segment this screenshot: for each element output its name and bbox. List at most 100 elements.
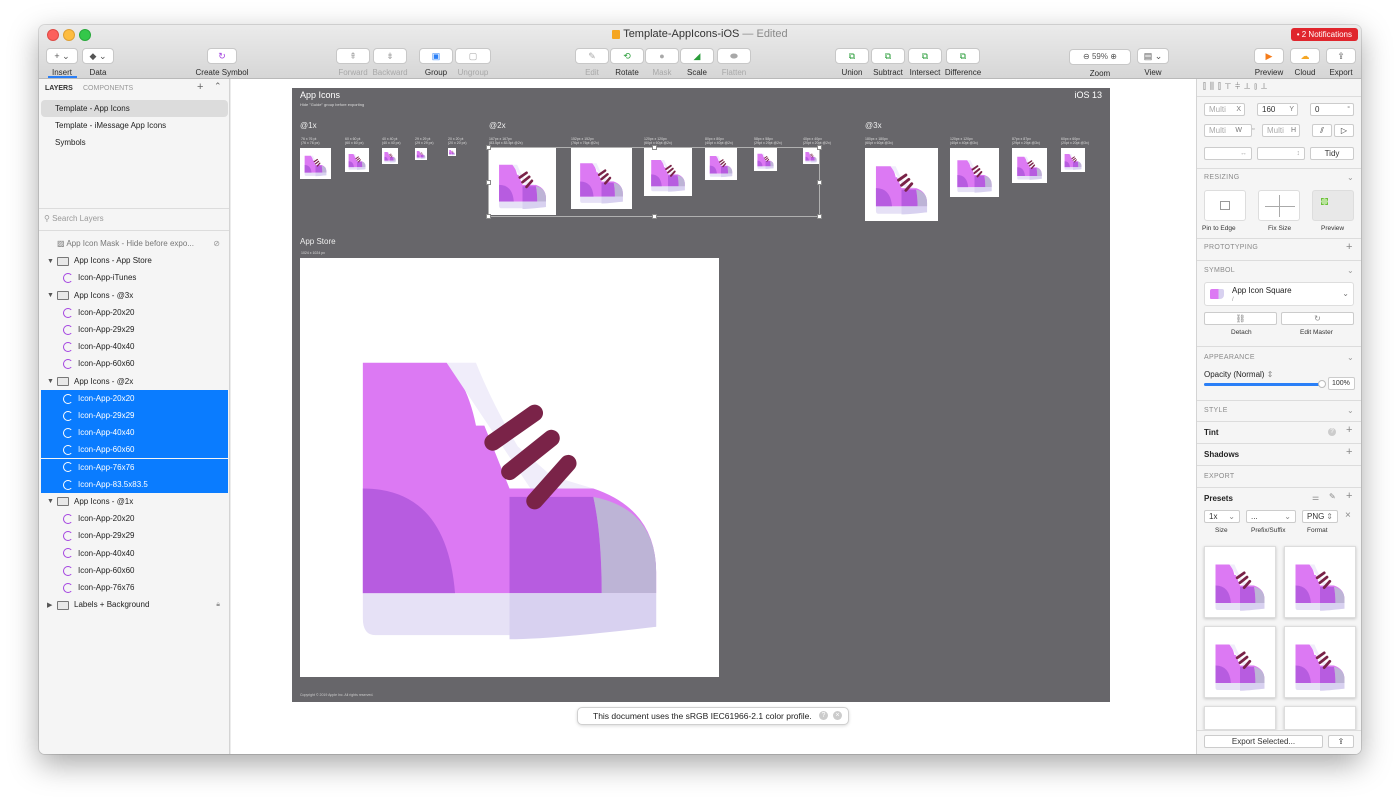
- create-symbol-button[interactable]: ↻ Create Symbol: [191, 46, 253, 77]
- flatten-button[interactable]: ⬬ Flatten: [715, 46, 753, 77]
- hidden-icon[interactable]: ⊘: [213, 235, 220, 252]
- sliders-icon[interactable]: ⚌: [1312, 493, 1319, 502]
- align-left-icon[interactable]: ⫿: [1203, 81, 1210, 91]
- layer-row[interactable]: Icon-App-76x76: [41, 579, 228, 596]
- backward-button[interactable]: ⇟ Backward: [372, 46, 408, 77]
- export-thumbnail[interactable]: [1204, 706, 1276, 730]
- opacity-slider-knob[interactable]: [1318, 380, 1326, 388]
- align-center-icon[interactable]: ⫼: [1210, 81, 1218, 91]
- layer-row[interactable]: Icon-App-29x29: [41, 407, 228, 424]
- artboard-app-icons[interactable]: App Icons Hide "Guide" group before expo…: [292, 88, 1110, 702]
- icon-1x-76[interactable]: [300, 148, 331, 179]
- icon-2x-152[interactable]: [571, 148, 632, 209]
- edit-master-button[interactable]: ↻: [1281, 312, 1354, 325]
- page-item-app-icons[interactable]: Template - App Icons: [41, 100, 228, 117]
- icon-app-store-1024[interactable]: [300, 258, 719, 677]
- preview-button[interactable]: ▶ Preview: [1253, 46, 1285, 77]
- rotate-button[interactable]: ⟲ Rotate: [610, 46, 644, 77]
- search-layers[interactable]: ⚲ Search Layers: [44, 211, 224, 227]
- distribute-icon[interactable]: ⫾: [1254, 81, 1261, 91]
- spacing-horizontal-field[interactable]: ↔: [1204, 147, 1252, 160]
- ungroup-button[interactable]: ▢ Ungroup: [454, 46, 492, 77]
- icon-2x-167[interactable]: [489, 148, 556, 215]
- fix-size-box[interactable]: [1258, 190, 1300, 221]
- tidy-button[interactable]: Tidy: [1310, 147, 1354, 160]
- height-field[interactable]: Multi H: [1262, 124, 1300, 137]
- forward-button[interactable]: ⇞ Forward: [336, 46, 370, 77]
- align-right-icon[interactable]: ⫿: [1218, 81, 1225, 91]
- icon-2x-120[interactable]: [644, 148, 692, 196]
- align-bottom-icon[interactable]: ⊥: [1244, 81, 1254, 91]
- zoom-out-icon[interactable]: ⊖: [1083, 52, 1090, 61]
- layer-row[interactable]: ▶ Labels + Background 🔒︎: [41, 596, 228, 613]
- layer-row[interactable]: Icon-App-60x60: [41, 441, 228, 459]
- layer-row[interactable]: Icon-App-40x40: [41, 338, 228, 355]
- lock-icon[interactable]: ▫: [1252, 126, 1254, 133]
- zoom-in-icon[interactable]: ⊕: [1110, 52, 1117, 61]
- insert-button[interactable]: + ⌄ Insert: [46, 46, 78, 77]
- export-size-select[interactable]: 1x ⌄: [1204, 510, 1240, 523]
- intersect-button[interactable]: ⧉ Intersect: [905, 46, 945, 77]
- icon-1x-20[interactable]: [448, 148, 456, 156]
- difference-button[interactable]: ⧉ Difference: [943, 46, 983, 77]
- icon-1x-60[interactable]: [345, 148, 369, 172]
- help-icon[interactable]: ?: [819, 711, 828, 720]
- icon-3x-87[interactable]: [1012, 148, 1047, 183]
- layer-row[interactable]: Icon-App-iTunes: [41, 269, 228, 286]
- export-thumbnail[interactable]: [1284, 626, 1356, 698]
- layer-row[interactable]: Icon-App-60x60: [41, 562, 228, 579]
- disclosure-open-icon[interactable]: ▼: [47, 253, 57, 270]
- icon-3x-180[interactable]: [865, 148, 938, 221]
- icon-2x-40[interactable]: [803, 148, 819, 164]
- detach-button[interactable]: ⛓: [1204, 312, 1277, 325]
- group-button[interactable]: ▣ Group: [419, 46, 453, 77]
- chevron-down-icon[interactable]: ⌄: [1347, 353, 1354, 362]
- align-top-icon[interactable]: ⊤: [1225, 81, 1235, 91]
- icon-3x-60[interactable]: [1061, 148, 1085, 172]
- subtract-button[interactable]: ⧉ Subtract: [869, 46, 907, 77]
- export-thumbnail[interactable]: [1284, 706, 1356, 730]
- resize-handle[interactable]: [817, 214, 822, 219]
- remove-export-icon[interactable]: ×: [1345, 510, 1351, 521]
- lock-icon[interactable]: 🔒︎: [216, 596, 220, 613]
- tab-components[interactable]: COMPONENTS: [83, 85, 133, 92]
- disclosure-open-icon[interactable]: ▼: [47, 493, 57, 510]
- layer-row[interactable]: Icon-App-20x20: [41, 510, 228, 527]
- flip-vertical-button[interactable]: ▷: [1334, 124, 1354, 137]
- spacing-vertical-field[interactable]: ↕: [1257, 147, 1305, 160]
- add-tint-icon[interactable]: +: [1346, 424, 1352, 436]
- export-thumbnail[interactable]: [1204, 626, 1276, 698]
- resize-handle[interactable]: [652, 214, 657, 219]
- y-field[interactable]: 160 Y: [1257, 103, 1298, 116]
- help-icon[interactable]: ?: [1328, 428, 1336, 436]
- disclosure-open-icon[interactable]: ▼: [47, 287, 57, 304]
- align-middle-icon[interactable]: ⫩: [1235, 81, 1244, 91]
- chevron-down-icon[interactable]: ⌄: [1347, 406, 1354, 415]
- export-thumbnail[interactable]: [1204, 546, 1276, 618]
- add-shadow-icon[interactable]: +: [1346, 446, 1352, 458]
- distribute-vertical-icon[interactable]: ⊥: [1261, 81, 1271, 91]
- canvas[interactable]: App Icons Hide "Guide" group before expo…: [231, 79, 1196, 754]
- layer-row[interactable]: ▼ App Icons - @1x: [41, 493, 228, 510]
- icon-2x-58[interactable]: [754, 148, 777, 171]
- x-field[interactable]: Multi X: [1204, 103, 1245, 116]
- opacity-mode-select[interactable]: Opacity (Normal) ⇕: [1204, 370, 1273, 379]
- edit-button[interactable]: ✎ Edit: [575, 46, 609, 77]
- pin-to-edge-box[interactable]: [1204, 190, 1246, 221]
- layer-row[interactable]: ▼ App Icons - App Store: [41, 252, 228, 269]
- layer-row[interactable]: Icon-App-20x20: [41, 389, 228, 407]
- share-button[interactable]: ⇪: [1328, 735, 1354, 748]
- add-export-icon[interactable]: +: [1346, 490, 1352, 502]
- icon-3x-120[interactable]: [950, 148, 999, 197]
- layer-row[interactable]: Icon-App-76x76: [41, 458, 228, 476]
- collapse-pages-icon[interactable]: ⌃: [214, 81, 222, 92]
- disclosure-closed-icon[interactable]: ▶: [47, 597, 57, 614]
- scale-button[interactable]: ◢ Scale: [680, 46, 714, 77]
- view-button[interactable]: ▤ ⌄ View: [1137, 46, 1169, 77]
- width-field[interactable]: Multi W: [1204, 124, 1252, 137]
- symbol-picker[interactable]: App Icon Square / ⌄: [1204, 282, 1354, 306]
- add-page-icon[interactable]: +: [197, 81, 203, 93]
- layer-row[interactable]: Icon-App-29x29: [41, 527, 228, 544]
- export-prefix-select[interactable]: ... ⌄: [1246, 510, 1296, 523]
- chevron-down-icon[interactable]: ⌄: [1347, 266, 1354, 275]
